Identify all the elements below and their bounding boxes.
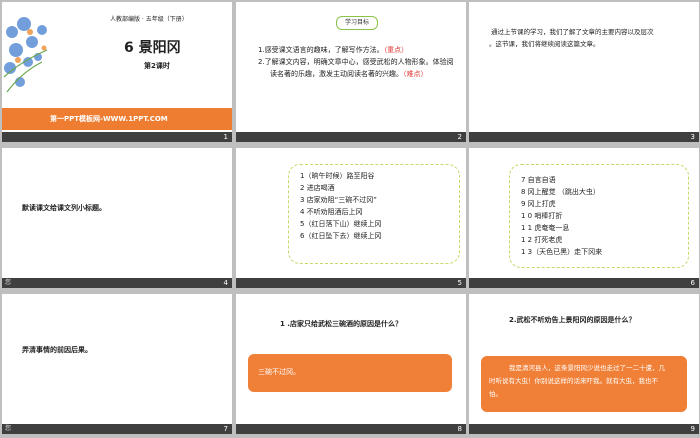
slide-footer-bar: 1 (2, 132, 232, 142)
subtitle-item-8: 8 冈上醒觉 （跳出大虫） (521, 188, 600, 196)
subtitle-item-4: 4 不听劝阻酒后上冈 (300, 208, 363, 216)
slide-number: 2 (457, 133, 462, 141)
answer-line-1: 我是清河县人，这条景阳冈少说也走过了一二十遭，几 (509, 364, 665, 372)
question-label: 2.武松不听劝告上景阳冈的原因是什么？ (509, 316, 636, 324)
footer-left-label: 您 (5, 279, 12, 286)
subtitle-item-6: 6（红日坠下去）继续上冈 (300, 232, 382, 240)
lesson-title: 6 景阳冈 (124, 40, 181, 56)
slide-footer-bar: 6 (469, 278, 699, 288)
answer-text: 三碗不过冈。 (258, 368, 300, 376)
footer-link[interactable]: 第一PPT模板网-WWW.1PPT.COM (50, 113, 168, 125)
goal-1-mark: （重点） (383, 46, 409, 54)
subtitle-item-13: 1 3（天色已黑）走下冈来 (521, 248, 603, 256)
subtitle-item-12: 1 2 打死老虎 (521, 236, 563, 244)
answer-line-3: 怕。 (489, 390, 502, 398)
subtitle-item-11: 1 1 虎奄奄一息 (521, 224, 570, 232)
task-label: 默读课文给课文列小标题。 (22, 204, 106, 212)
slide-thumbnail-4[interactable]: 默读课文给课文列小标题。 您4 (2, 148, 232, 288)
slide-number: 6 (690, 279, 695, 287)
slide-thumbnail-8[interactable]: 1 .店家只给武松三碗酒的原因是什么？ 三碗不过冈。 8 (236, 294, 466, 434)
slide-footer-bar: 您4 (2, 278, 232, 288)
flower-bouquet-illustration (3, 17, 48, 93)
slide-number: 5 (457, 279, 462, 287)
slide-thumbnail-2[interactable]: 学习目标 1.感受课文语言的趣味，了解写作方法。（重点） 2.了解课文内容，明确… (236, 2, 466, 142)
goal-1-text: 1.感受课文语言的趣味，了解写作方法。 (258, 46, 384, 54)
slide-number: 9 (690, 425, 695, 433)
subtitle-item-3: 3 店家劝阻“三碗不过冈” (300, 196, 377, 204)
slide-thumbnail-1[interactable]: 人教部编版 · 五年级（下册） 6 景阳冈 第2课时 第一PPT模板网-WWW.… (2, 2, 232, 142)
intro-line-2: 。这节课，我们将继续阅读这篇文章。 (489, 40, 600, 48)
goal-3-text: 读名著的乐趣，激发主动阅读名著的兴趣。 (270, 70, 403, 78)
slide-footer-bar: 5 (236, 278, 466, 288)
publisher-label: 人教部编版 · 五年级（下册） (110, 16, 188, 23)
task-label: 弄清事情的前因后果。 (22, 346, 92, 354)
subtitle-item-2: 2 进店喝酒 (300, 184, 335, 192)
slide-footer-bar: 您7 (2, 424, 232, 434)
question-label: 1 .店家只给武松三碗酒的原因是什么？ (280, 320, 402, 328)
footer-left-label: 您 (5, 425, 12, 432)
goal-2-text: 2.了解课文内容，明确文章中心，感受武松的人物形象。体验阅 (258, 58, 454, 66)
intro-line-1: 通过上节课的学习，我们了解了文章的主要内容以及层次 (491, 28, 654, 36)
goal-3-mark: （难点） (403, 70, 428, 78)
slide-footer-bar: 2 (236, 132, 466, 142)
objectives-badge: 学习目标 (336, 16, 378, 30)
subtitle-item-5: 5（红日落下山）继续上冈 (300, 220, 382, 228)
slide-number: 7 (223, 425, 228, 433)
goal-1: 1.感受课文语言的趣味，了解写作方法。（重点） (258, 44, 408, 56)
slide-thumbnail-3[interactable]: 通过上节课的学习，我们了解了文章的主要内容以及层次 。这节课，我们将继续阅读这篇… (469, 2, 699, 142)
subtitle-item-7: 7 自言自语 (521, 176, 556, 184)
lesson-subtitle: 第2课时 (144, 62, 170, 70)
answer-box: 三碗不过冈。 (248, 354, 452, 392)
slide-number: 3 (690, 133, 695, 141)
goal-2: 2.了解课文内容，明确文章中心，感受武松的人物形象。体验阅 (258, 56, 454, 68)
goal-3: 读名著的乐趣，激发主动阅读名著的兴趣。（难点） (270, 68, 428, 80)
subtitle-item-9: 9 冈上打虎 (521, 200, 556, 208)
slide-number: 8 (457, 425, 462, 433)
slide-thumbnail-7[interactable]: 弄清事情的前因后果。 您7 (2, 294, 232, 434)
slide-footer-bar: 9 (469, 424, 699, 434)
slide-thumbnail-5[interactable]: 1（晌午时候）路至阳谷 2 进店喝酒 3 店家劝阻“三碗不过冈” 4 不听劝阻酒… (236, 148, 466, 288)
slide-thumbnail-9[interactable]: 2.武松不听劝告上景阳冈的原因是什么？ 我是清河县人，这条景阳冈少说也走过了一二… (469, 294, 699, 434)
slide-number: 1 (223, 133, 228, 141)
slide-footer-bar: 3 (469, 132, 699, 142)
title-band: 第一PPT模板网-WWW.1PPT.COM (2, 108, 232, 130)
slide-thumbnail-6[interactable]: 7 自言自语 8 冈上醒觉 （跳出大虫） 9 冈上打虎 1 0 哨棒打折 1 1… (469, 148, 699, 288)
answer-line-2: 时听说有大虫！你别说这样的话来吓我。就有大虫，我也不 (489, 377, 658, 385)
subtitle-item-10: 1 0 哨棒打折 (521, 212, 563, 220)
slide-number: 4 (223, 279, 228, 287)
slide-footer-bar: 8 (236, 424, 466, 434)
answer-box: 我是清河县人，这条景阳冈少说也走过了一二十遭，几 时听说有大虫！你别说这样的话来… (481, 356, 687, 412)
subtitle-item-1: 1（晌午时候）路至阳谷 (300, 172, 375, 180)
